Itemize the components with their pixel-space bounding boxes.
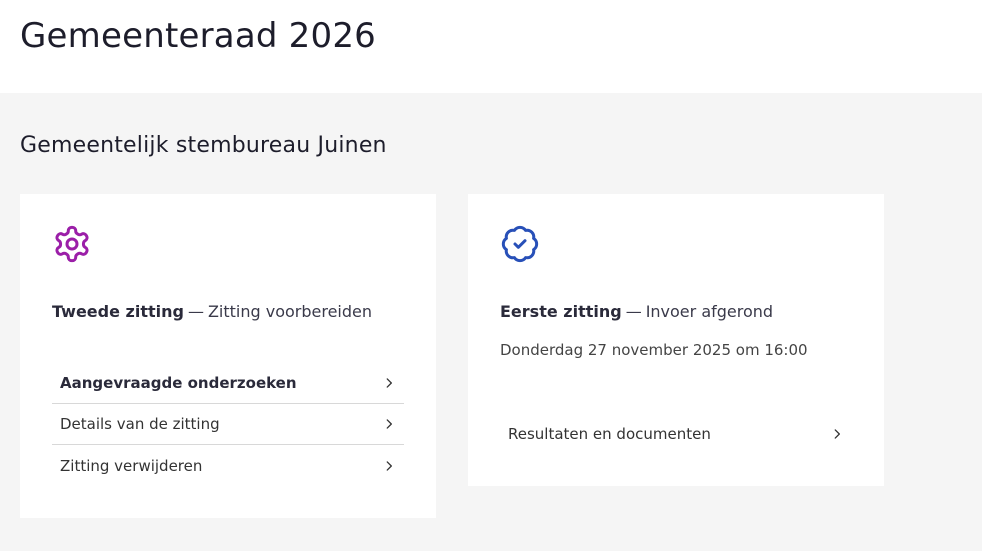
main-content: Gemeentelijk stembureau Juinen Tweede zi… [0,93,982,551]
card-link-list: Resultaten en documenten [500,413,852,454]
card-link-list: Aangevraagde onderzoeken Details van de … [52,363,404,486]
heading-separator: — [187,302,204,321]
session-name: Eerste zitting [500,302,622,321]
heading-separator: — [625,302,642,321]
page-title: Gemeenteraad 2026 [20,16,376,56]
link-label: Zitting verwijderen [60,456,203,475]
session-cards: Tweede zitting — Zitting voorbereiden Aang… [20,194,962,518]
link-label: Aangevraagde onderzoeken [60,374,297,392]
link-label: Resultaten en documenten [508,424,711,443]
session-name: Tweede zitting [52,302,184,321]
link-session-details[interactable]: Details van de zitting [52,404,404,445]
card-heading: Eerste zitting — Invoer afgerond [500,302,852,321]
session-card-second: Tweede zitting — Zitting voorbereiden Aang… [20,194,436,518]
link-label: Details van de zitting [60,415,220,433]
card-heading: Tweede zitting — Zitting voorbereiden [52,302,404,321]
link-requested-investigations[interactable]: Aangevraagde onderzoeken [52,363,404,404]
badge-check-icon [501,225,539,263]
link-results-documents[interactable]: Resultaten en documenten [500,413,852,454]
chevron-right-icon [386,460,392,471]
session-card-first: Eerste zitting — Invoer afgerond Donderdag… [468,194,884,486]
session-status: Zitting voorbereiden [207,302,372,321]
gear-icon [55,225,89,263]
link-delete-session[interactable]: Zitting verwijderen [52,445,404,486]
session-status: Invoer afgerond [645,302,774,321]
chevron-right-icon [386,378,392,388]
chevron-right-icon [834,428,840,439]
session-date: Donderdag 27 november 2025 om 16:00 [500,341,808,359]
page-header: Gemeenteraad 2026 [0,0,982,93]
chevron-right-icon [386,419,392,429]
section-title: Gemeentelijk stembureau Juinen [20,133,387,158]
